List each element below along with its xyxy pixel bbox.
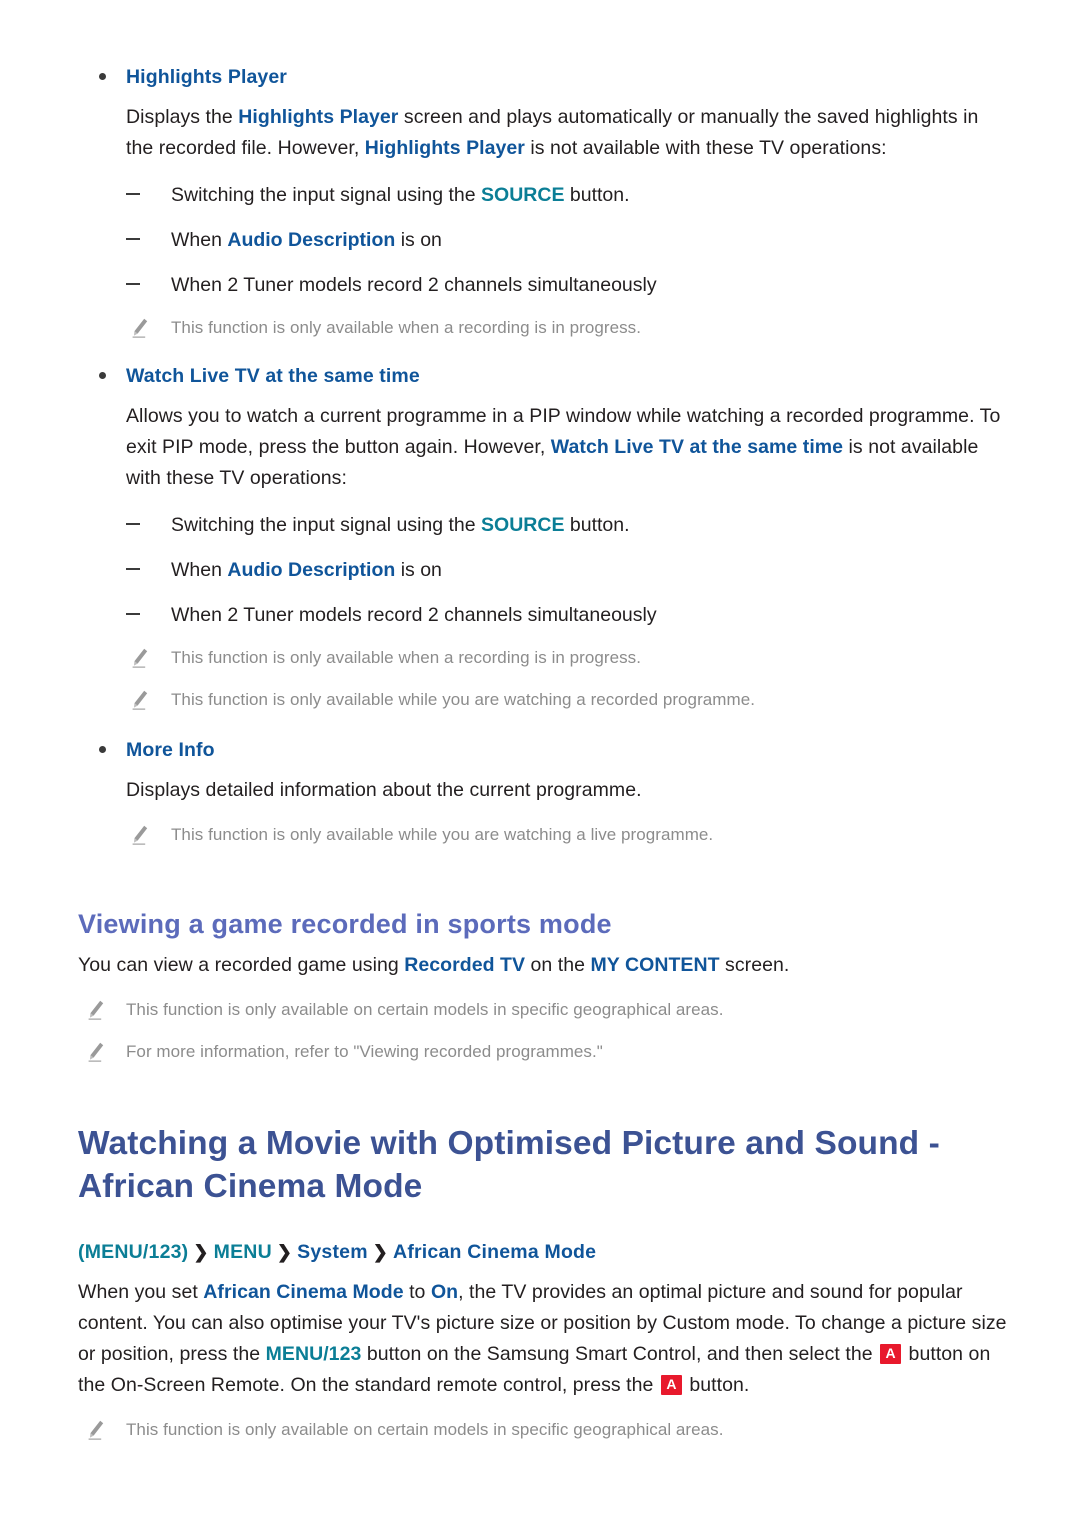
pencil-icon <box>86 999 106 1021</box>
chevron-right-icon: ❯ <box>193 1242 209 1262</box>
text-fragment: is not available with these TV operation… <box>524 137 887 159</box>
note-text: This function is only available on certa… <box>126 1420 724 1439</box>
dash-marker-icon <box>126 238 140 240</box>
bullet-label-watch-live-tv: Watch Live TV at the same time <box>126 365 420 387</box>
keyword-audio-description: Audio Description <box>227 229 396 251</box>
chevron-right-icon: ❯ <box>372 1242 389 1262</box>
note-text: This function is only available while yo… <box>171 825 714 844</box>
text-fragment: When <box>171 559 228 581</box>
paragraph-highlights-player: Displays the Highlights Player screen an… <box>78 102 1008 164</box>
paragraph-african-cinema-mode: When you set African Cinema Mode to On, … <box>78 1277 1008 1401</box>
breadcrumb-item-menu[interactable]: MENU <box>214 1241 272 1263</box>
heading-african-cinema-mode: Watching a Movie with Optimised Picture … <box>78 1122 1008 1208</box>
bullet-label-more-info: More Info <box>126 739 215 761</box>
bullet-dot-icon <box>99 746 106 753</box>
key-a-badge-onscreen-remote: A <box>880 1344 902 1364</box>
note-sports-mode-models: This function is only available on certa… <box>78 997 1008 1023</box>
pencil-icon <box>130 317 150 339</box>
keyword-audio-description: Audio Description <box>227 559 396 581</box>
text-fragment: to <box>403 1281 431 1303</box>
text-fragment: When 2 Tuner models record 2 channels si… <box>171 274 657 296</box>
note-watch-live-recorded-programme: This function is only available while yo… <box>78 687 1008 713</box>
keyword-source: SOURCE <box>481 184 565 206</box>
keyword-my-content: MY CONTENT <box>590 954 720 976</box>
sub-item-audio-description: When Audio Description is on <box>78 226 1008 254</box>
bullet-label-highlights-player: Highlights Player <box>126 66 287 88</box>
text-fragment: Switching the input signal using the <box>171 184 482 206</box>
note-highlights-recording-progress: This function is only available when a r… <box>78 315 1008 341</box>
heading-line-2: African Cinema Mode <box>78 1168 423 1205</box>
keyword-source: SOURCE <box>481 514 565 536</box>
pencil-icon <box>130 689 150 711</box>
text-fragment: button. <box>683 1374 750 1396</box>
bullet-dot-icon <box>99 372 106 379</box>
note-watch-live-recording-progress: This function is only available when a r… <box>78 645 1008 671</box>
dash-marker-icon <box>126 193 140 195</box>
text-fragment: When <box>171 229 228 251</box>
heading-sports-mode: Viewing a game recorded in sports mode <box>78 909 612 939</box>
dash-marker-icon <box>126 523 140 525</box>
dash-marker-icon <box>126 283 140 285</box>
breadcrumb-item-system[interactable]: System <box>297 1241 368 1263</box>
pencil-icon <box>130 824 150 846</box>
text-fragment: on the <box>525 954 591 976</box>
manual-page: Highlights Player Displays the Highlight… <box>0 0 1080 1527</box>
text-fragment: You can view a recorded game using <box>78 954 405 976</box>
text-fragment: is on <box>395 559 442 581</box>
keyword-highlights-player-2: Highlights Player <box>364 137 525 159</box>
bullet-item-watch-live-tv: Watch Live TV at the same time <box>78 361 1008 391</box>
bullet-item-highlights-player: Highlights Player <box>78 62 1008 92</box>
keyword-on: On <box>430 1281 459 1303</box>
note-text: This function is only available when a r… <box>171 318 641 337</box>
paragraph-watch-live-tv: Allows you to watch a current programme … <box>78 401 1008 494</box>
note-sports-mode-more-information: For more information, refer to "Viewing … <box>78 1039 1008 1065</box>
note-text: This function is only available on certa… <box>126 1000 724 1019</box>
breadcrumb-item-menu123[interactable]: (MENU/123) <box>78 1241 188 1263</box>
page-content: Highlights Player Displays the Highlight… <box>78 62 1008 1443</box>
dash-marker-icon <box>126 613 140 615</box>
key-a-badge-standard-remote: A <box>660 1375 682 1395</box>
pencil-icon <box>86 1419 106 1441</box>
pencil-icon <box>130 647 150 669</box>
text-fragment: Switching the input signal using the <box>171 514 482 536</box>
text-fragment: button. <box>564 184 630 206</box>
keyword-african-cinema-mode: African Cinema Mode <box>203 1281 404 1303</box>
heading-line-1: Watching a Movie with Optimised Picture … <box>78 1125 940 1162</box>
text-fragment: Displays the <box>126 106 239 128</box>
paragraph-more-info: Displays detailed information about the … <box>126 779 642 801</box>
note-text: This function is only available when a r… <box>171 648 641 667</box>
text-fragment: is on <box>395 229 442 251</box>
paragraph-sports-mode: You can view a recorded game using Recor… <box>78 950 1008 981</box>
note-text: This function is only available while yo… <box>171 690 755 709</box>
keyword-watch-live-tv: Watch Live TV at the same time <box>550 436 844 458</box>
sub-item-two-tuner: When 2 Tuner models record 2 channels si… <box>78 601 1008 629</box>
note-african-cinema-models: This function is only available on certa… <box>78 1417 1008 1443</box>
sub-item-source-button: Switching the input signal using the SOU… <box>78 181 1008 209</box>
keyword-menu123: MENU/123 <box>265 1343 362 1365</box>
sub-item-two-tuner: When 2 Tuner models record 2 channels si… <box>78 271 1008 299</box>
sub-item-audio-description: When Audio Description is on <box>78 556 1008 584</box>
text-fragment: When you set <box>78 1281 204 1303</box>
dash-marker-icon <box>126 568 140 570</box>
text-fragment: button. <box>564 514 630 536</box>
sub-item-source-button: Switching the input signal using the SOU… <box>78 511 1008 539</box>
note-text: For more information, refer to "Viewing … <box>126 1042 603 1061</box>
keyword-recorded-tv: Recorded TV <box>404 954 526 976</box>
pencil-icon <box>86 1041 106 1063</box>
breadcrumb-item-african-cinema-mode[interactable]: African Cinema Mode <box>393 1241 596 1263</box>
keyword-highlights-player-1: Highlights Player <box>238 106 399 128</box>
text-fragment: button on the Samsung Smart Control, and… <box>361 1343 879 1365</box>
bullet-item-more-info: More Info <box>78 735 1008 765</box>
chevron-right-icon: ❯ <box>276 1242 293 1262</box>
bullet-dot-icon <box>99 73 106 80</box>
note-more-info-live-programme: This function is only available while yo… <box>78 822 1008 848</box>
menu-path-breadcrumb: (MENU/123) ❯ MENU ❯ System ❯ African Cinema Mo… <box>78 1237 1008 1267</box>
text-fragment: screen. <box>719 954 790 976</box>
text-fragment: When 2 Tuner models record 2 channels si… <box>171 604 657 626</box>
